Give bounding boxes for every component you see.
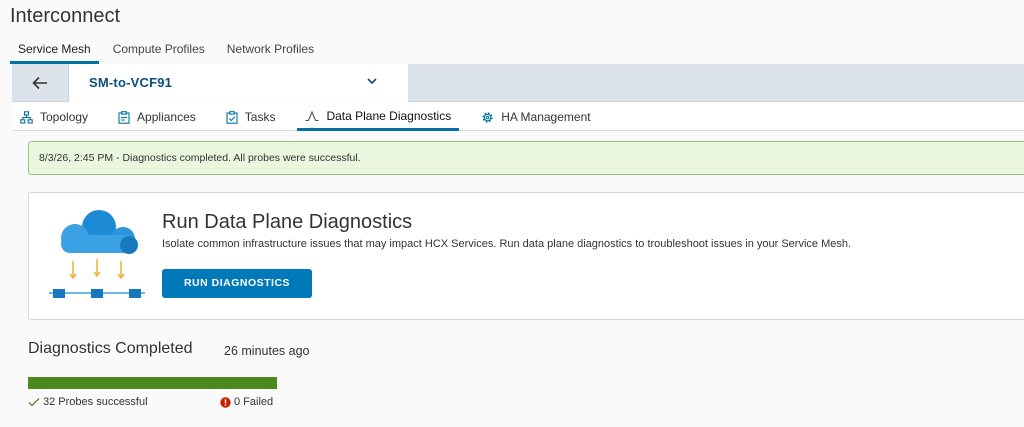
- tab-network-profiles[interactable]: Network Profiles: [219, 40, 322, 64]
- tab-compute-profiles[interactable]: Compute Profiles: [105, 40, 213, 64]
- top-tabs: Service Mesh Compute Profiles Network Pr…: [10, 40, 328, 64]
- tab-data-plane-diagnostics-label: Data Plane Diagnostics: [326, 108, 452, 123]
- probes-progress-fill: [28, 377, 277, 389]
- alert-message: 8/3/26, 2:45 PM - Diagnostics completed.…: [39, 152, 361, 164]
- error-icon: [220, 396, 231, 408]
- tab-ha-management-label: HA Management: [501, 110, 591, 124]
- tab-ha-management[interactable]: HA Management: [473, 103, 598, 131]
- arrow-left-icon: [32, 76, 47, 90]
- diagnostics-completed-title: Diagnostics Completed: [28, 340, 193, 357]
- tab-appliances[interactable]: Appliances: [110, 103, 204, 131]
- service-mesh-name: SM-to-VCF91: [89, 75, 173, 90]
- diagnostics-time-ago: 26 minutes ago: [224, 344, 310, 358]
- probes-successful-text: 32 Probes successful: [43, 396, 148, 408]
- tab-topology[interactable]: Topology: [12, 103, 96, 131]
- run-diagnostics-button[interactable]: RUN DIAGNOSTICS: [162, 269, 312, 298]
- card-title: Run Data Plane Diagnostics: [162, 211, 413, 233]
- tab-data-plane-diagnostics[interactable]: Data Plane Diagnostics: [297, 103, 460, 131]
- success-alert: 8/3/26, 2:45 PM - Diagnostics completed.…: [28, 141, 1024, 175]
- probes-failed-stat: 0 Failed: [220, 396, 273, 408]
- back-button[interactable]: [12, 64, 68, 102]
- tab-tasks-label: Tasks: [244, 110, 276, 124]
- topology-icon: [20, 110, 33, 124]
- waveform-icon: [305, 110, 319, 121]
- tab-appliances-label: Appliances: [137, 110, 196, 124]
- gear-icon: [482, 111, 493, 123]
- card-description: Isolate common infrastructure issues tha…: [162, 238, 852, 250]
- check-icon: [28, 398, 40, 407]
- service-mesh-sub-tabs: Topology Appliances Tasks Data Plane Dia…: [12, 103, 1024, 131]
- page-title: Interconnect: [10, 5, 121, 27]
- tab-tasks[interactable]: Tasks: [218, 103, 284, 131]
- cloud-network-illustration-icon: [49, 210, 145, 298]
- service-mesh-dropdown[interactable]: SM-to-VCF91: [68, 64, 408, 102]
- chevron-down-icon: [367, 78, 377, 85]
- tab-service-mesh[interactable]: Service Mesh: [10, 40, 99, 64]
- probes-successful-stat: 32 Probes successful: [28, 396, 148, 408]
- tab-topology-label: Topology: [40, 110, 89, 124]
- probes-progress-bar: [28, 377, 277, 389]
- run-diagnostics-card: Run Data Plane Diagnostics Isolate commo…: [28, 192, 1024, 320]
- probes-failed-text: 0 Failed: [234, 396, 274, 408]
- service-mesh-selector-bar: SM-to-VCF91: [12, 64, 1024, 102]
- clipboard-check-icon: [226, 110, 238, 124]
- clipboard-icon: [118, 110, 130, 124]
